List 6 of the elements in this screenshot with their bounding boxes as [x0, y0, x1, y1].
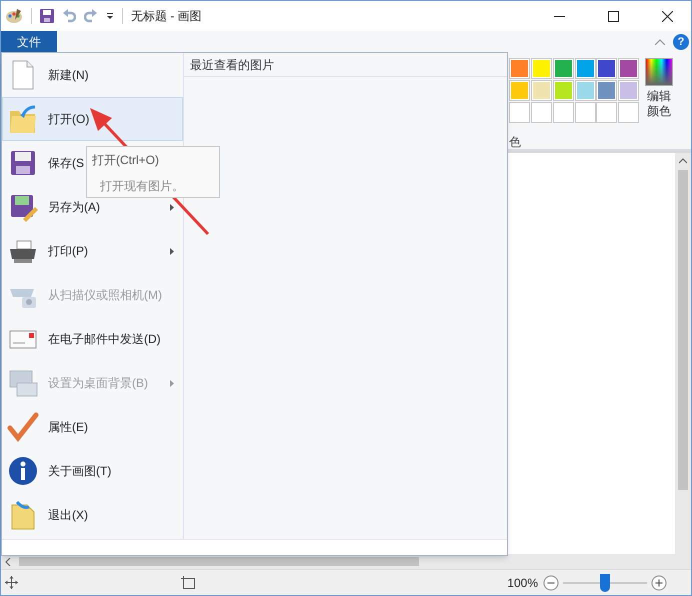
recent-pictures-header: 最近查看的图片	[184, 53, 507, 77]
window-title: 无标题 - 画图	[131, 8, 202, 25]
zoom-level: 100%	[507, 574, 538, 592]
tooltip-text: 打开现有图片。	[100, 178, 185, 195]
group-label: 色	[509, 134, 522, 151]
tooltip-title: 打开(Ctrl+O)	[92, 152, 160, 169]
